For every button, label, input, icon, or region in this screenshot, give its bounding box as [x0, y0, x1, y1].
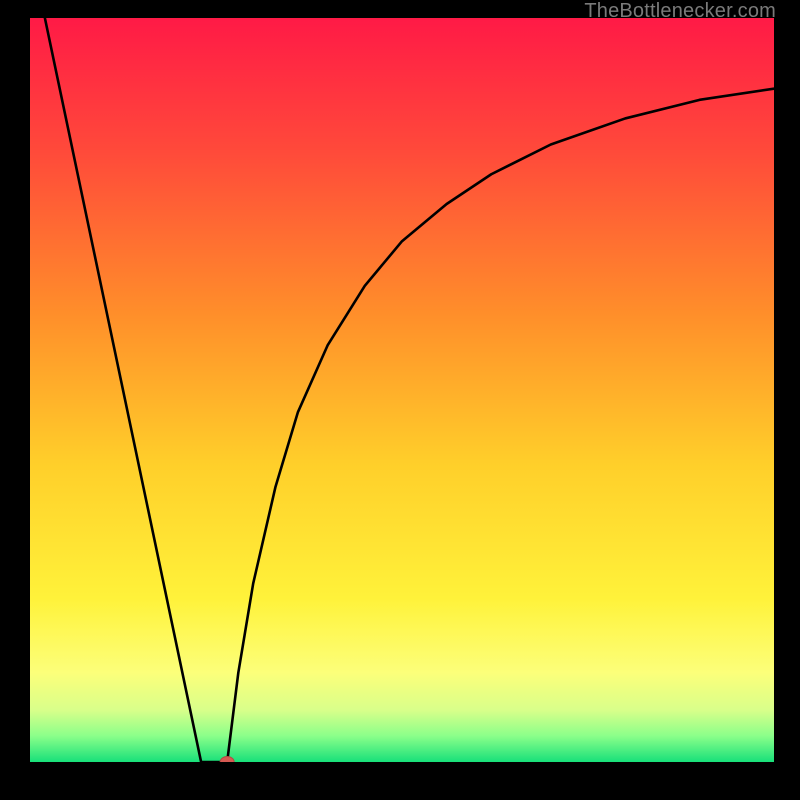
plot-background	[30, 18, 774, 762]
chart-frame: TheBottlenecker.com	[0, 0, 800, 800]
bottleneck-plot	[30, 18, 774, 762]
